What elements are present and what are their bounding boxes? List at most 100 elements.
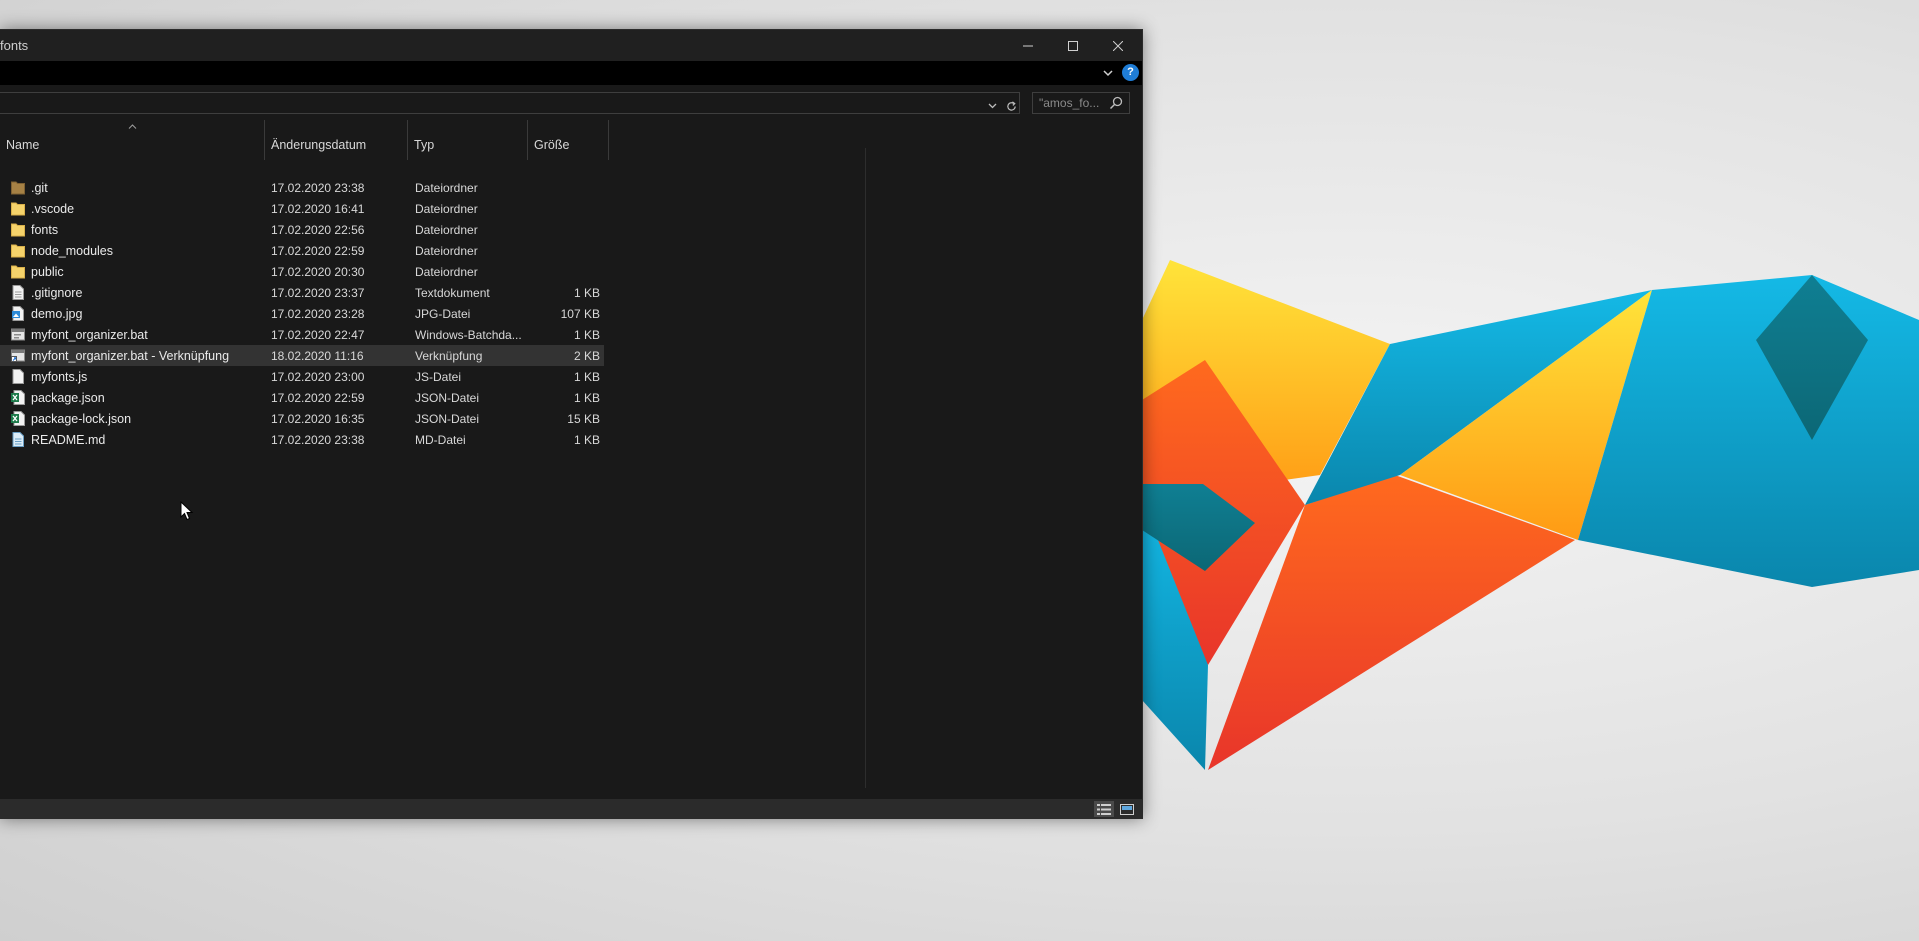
column-header-row: Name Änderungsdatum Typ Größe: [0, 120, 610, 160]
close-icon: [1112, 40, 1123, 51]
file-row[interactable]: demo.jpg 17.02.2020 23:28 JPG-Datei 107 KB: [0, 303, 604, 324]
address-bar: [0, 90, 1142, 120]
column-header-name[interactable]: Name: [0, 120, 265, 160]
refresh-button[interactable]: [1003, 98, 1019, 114]
search-input[interactable]: [1039, 95, 1105, 111]
file-type: Verknüpfung: [415, 349, 483, 363]
preview-pane-divider[interactable]: [865, 148, 866, 788]
file-row[interactable]: .gitignore 17.02.2020 23:37 Textdokument 1 …: [0, 282, 604, 303]
file-row[interactable]: myfonts.js 17.02.2020 23:00 JS-Datei 1 KB: [0, 366, 604, 387]
file-type: JSON-Datei: [415, 391, 480, 405]
file-name: demo.jpg: [31, 307, 83, 321]
js-file-icon: [12, 369, 24, 384]
file-size: 1 KB: [573, 433, 600, 447]
file-type: Textdokument: [415, 286, 490, 300]
file-date: 17.02.2020 23:38: [271, 433, 365, 447]
large-icons-view-icon: [1120, 803, 1134, 815]
file-row[interactable]: README.md 17.02.2020 23:38 MD-Datei 1 KB: [0, 429, 604, 450]
file-row[interactable]: package.json 17.02.2020 22:59 JSON-Datei 1 …: [0, 387, 604, 408]
file-explorer-window: fonts ? N: [0, 29, 1143, 819]
file-name: myfont_organizer.bat: [31, 328, 148, 342]
file-type: Dateiordner: [415, 202, 478, 216]
file-type: Dateiordner: [415, 223, 478, 237]
file-name: public: [31, 265, 64, 279]
help-icon[interactable]: ?: [1122, 64, 1139, 81]
file-list: .git 17.02.2020 23:38 Dateiordner .vscode 17…: [0, 177, 604, 450]
window-title: fonts: [0, 38, 29, 53]
file-name: fonts: [31, 223, 59, 237]
mouse-cursor-icon: [180, 501, 194, 521]
file-name: node_modules: [31, 244, 114, 258]
folder-icon: [11, 202, 25, 216]
file-name: package-lock.json: [31, 412, 132, 426]
batch-file-icon: [11, 328, 25, 341]
file-size: 1 KB: [573, 328, 600, 342]
file-size: 1 KB: [573, 391, 600, 405]
file-name: .gitignore: [31, 286, 83, 300]
column-header-label: Größe: [534, 138, 570, 152]
file-row[interactable]: fonts 17.02.2020 22:56 Dateiordner: [0, 219, 604, 240]
file-type: JPG-Datei: [415, 307, 471, 321]
large-icons-view-button[interactable]: [1117, 801, 1137, 817]
file-date: 17.02.2020 22:59: [271, 391, 365, 405]
address-history-dropdown[interactable]: [985, 99, 999, 113]
file-date: 17.02.2020 22:59: [271, 244, 365, 258]
file-type: Dateiordner: [415, 181, 478, 195]
file-row[interactable]: package-lock.json 17.02.2020 16:35 JSON-Da…: [0, 408, 604, 429]
file-row[interactable]: myfont_organizer.bat 17.02.2020 22:47 Wind…: [0, 324, 604, 345]
chevron-down-icon: [1103, 69, 1113, 76]
file-row[interactable]: public 17.02.2020 20:30 Dateiordner: [0, 261, 604, 282]
shortcut-icon: [11, 349, 25, 362]
column-header-type[interactable]: Typ: [408, 120, 528, 160]
text-file-icon: [12, 285, 24, 300]
address-field[interactable]: [0, 92, 1020, 114]
column-header-label: Typ: [414, 138, 435, 152]
file-name: myfonts.js: [31, 370, 88, 384]
minimize-button[interactable]: [1005, 30, 1050, 61]
file-name: package.json: [31, 391, 105, 405]
search-icon[interactable]: [1109, 96, 1123, 110]
close-button[interactable]: [1095, 30, 1140, 61]
column-header-date[interactable]: Änderungsdatum: [265, 120, 408, 160]
file-type: MD-Datei: [415, 433, 466, 447]
file-row[interactable]: .git 17.02.2020 23:38 Dateiordner: [0, 177, 604, 198]
file-row[interactable]: node_modules 17.02.2020 22:59 Dateiordner: [0, 240, 604, 261]
maximize-button[interactable]: [1050, 30, 1095, 61]
column-header-size[interactable]: Größe: [528, 120, 609, 160]
file-date: 17.02.2020 23:00: [271, 370, 365, 384]
file-date: 17.02.2020 16:35: [271, 412, 365, 426]
file-type: Windows-Batchda...: [415, 328, 522, 342]
image-file-icon: [12, 306, 24, 321]
file-name: .vscode: [31, 202, 75, 216]
details-view-icon: [1097, 803, 1111, 815]
search-box[interactable]: [1032, 92, 1130, 114]
file-date: 17.02.2020 16:41: [271, 202, 365, 216]
file-list-pane[interactable]: Name Änderungsdatum Typ Größe .git 17.02.…: [0, 120, 1142, 789]
maximize-icon: [1067, 40, 1078, 51]
md-file-icon: [12, 432, 24, 447]
folder-dark-icon: [11, 181, 25, 195]
column-header-label: Name: [6, 138, 40, 152]
expand-ribbon-button[interactable]: [1098, 65, 1118, 81]
file-name: .git: [31, 181, 48, 195]
file-name: README.md: [31, 433, 106, 447]
file-date: 18.02.2020 11:16: [271, 349, 364, 363]
column-header-label: Änderungsdatum: [271, 138, 367, 152]
file-date: 17.02.2020 23:37: [271, 286, 365, 300]
file-name: myfont_organizer.bat - Verknüpfung: [31, 349, 230, 363]
file-row[interactable]: .vscode 17.02.2020 16:41 Dateiordner: [0, 198, 604, 219]
file-date: 17.02.2020 20:30: [271, 265, 365, 279]
minimize-icon: [1022, 45, 1033, 46]
title-bar[interactable]: fonts: [0, 30, 1142, 61]
file-date: 17.02.2020 23:38: [271, 181, 365, 195]
folder-icon: [11, 223, 25, 237]
file-size: 107 KB: [560, 307, 600, 321]
file-size: 1 KB: [573, 286, 600, 300]
ribbon-bar: ?: [0, 61, 1142, 85]
file-type: JSON-Datei: [415, 412, 480, 426]
file-date: 17.02.2020 22:47: [271, 328, 365, 342]
details-view-button[interactable]: [1094, 801, 1114, 817]
file-size: 15 KB: [567, 412, 600, 426]
file-row[interactable]: myfont_organizer.bat - Verknüpfung 18.02.…: [0, 345, 604, 366]
file-type: JS-Datei: [415, 370, 462, 384]
